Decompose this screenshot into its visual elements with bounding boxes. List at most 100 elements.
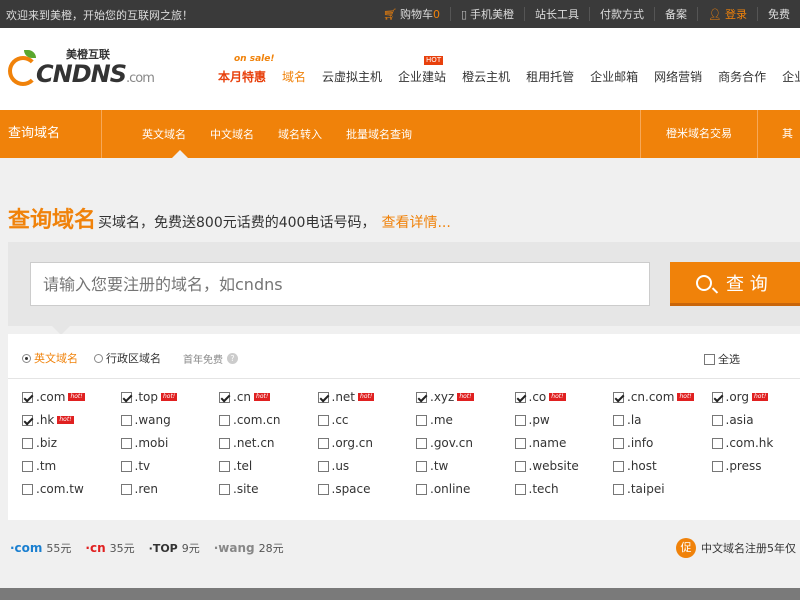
tools-link[interactable]: 站长工具 [524,7,589,21]
tld-option[interactable]: .site [219,482,259,496]
tld-checkbox[interactable] [711,437,723,449]
tld-checkbox[interactable] [613,391,624,403]
tld-option[interactable]: .cn hot! [219,390,271,404]
tld-checkbox[interactable] [22,483,33,495]
nav-item-hosting[interactable]: 租用托管 [518,68,582,85]
promo-banner[interactable]: 促 中文域名注册5年仅 [676,538,796,558]
cart-link[interactable]: 🛒︎ 购物车 0 [373,7,450,22]
tld-checkbox[interactable] [317,391,329,403]
first-year-free[interactable]: 首年免费 ? [183,351,238,366]
tld-option[interactable]: .net.cn [219,436,275,450]
nav-item-cloud-hosting[interactable]: 云虚拟主机 [314,68,390,85]
nav-item-business[interactable]: 商务合作 [710,68,774,85]
subnav-domain-transfer[interactable]: 域名转入 [278,126,322,142]
subnav-english-domain[interactable]: 英文域名 [142,126,186,142]
tld-checkbox[interactable] [219,414,230,426]
register-link[interactable]: 免费 [757,7,800,21]
nav-item-site-builder[interactable]: HOT 企业建站 [390,56,454,85]
tld-option[interactable]: .tv [120,459,150,473]
tld-option[interactable]: .org hot! [711,390,769,404]
tld-option[interactable]: .com.cn [219,413,280,427]
tld-checkbox[interactable] [317,483,329,495]
subnav-domain-trade[interactable]: 橙米域名交易 [640,110,758,158]
tld-option[interactable]: .asia [711,413,754,427]
tld-checkbox[interactable] [613,414,624,426]
tld-option[interactable]: .me [416,413,453,427]
tld-checkbox[interactable] [22,414,33,426]
tld-checkbox[interactable] [514,460,526,472]
select-all-checkbox[interactable] [704,353,715,365]
tld-checkbox[interactable] [416,391,427,403]
tld-checkbox[interactable] [120,437,132,449]
login-link[interactable]: 👤︎ 登录 [697,7,757,21]
view-details-link[interactable]: 查看详情... [381,212,450,232]
tld-option[interactable]: .mobi [120,436,168,450]
tld-checkbox[interactable] [120,460,132,472]
tld-checkbox[interactable] [613,460,624,472]
tld-option[interactable]: .org.cn [317,436,373,450]
subnav-chinese-domain[interactable]: 中文域名 [210,126,254,142]
select-all[interactable]: 全选 [704,351,740,367]
tld-checkbox[interactable] [613,483,624,495]
tld-option[interactable]: .hk hot! [22,413,74,427]
tld-checkbox[interactable] [711,391,723,403]
tld-checkbox[interactable] [22,460,33,472]
nav-item-domain[interactable]: 域名 [274,68,314,85]
tld-checkbox[interactable] [219,391,230,403]
search-button[interactable]: 查 询 [670,262,800,306]
tld-option[interactable]: .cn.com hot! [613,390,694,404]
tld-checkbox[interactable] [219,460,230,472]
tld-option[interactable]: .pw [514,413,550,427]
tld-option[interactable]: .us [317,459,349,473]
nav-item-monthly-deals[interactable]: on sale! 本月特惠 [210,54,274,85]
tld-checkbox[interactable] [711,414,723,426]
nav-item-cloud-server[interactable]: 橙云主机 [454,68,518,85]
tld-checkbox[interactable] [711,460,723,472]
tld-checkbox[interactable] [416,483,427,495]
tld-option[interactable]: .xyz hot! [416,390,474,404]
price-wang[interactable]: ·wang 28元 [214,540,284,556]
tld-option[interactable]: .com.tw [22,482,84,496]
tld-checkbox[interactable] [22,437,33,449]
tld-option[interactable]: .tech [514,482,559,496]
nav-item-enterprise[interactable]: 企业 [774,68,800,85]
tld-checkbox[interactable] [416,460,427,472]
tld-option[interactable]: .co hot! [514,390,566,404]
tld-option[interactable]: .top hot! [120,390,178,404]
tld-option[interactable]: .cc [317,413,349,427]
tld-option[interactable]: .wang [120,413,171,427]
tab-region-domain[interactable]: 行政区域名 [94,350,161,366]
tld-checkbox[interactable] [120,391,132,403]
tld-option[interactable]: .host [613,459,657,473]
tld-option[interactable]: .la [613,413,642,427]
price-cn[interactable]: ·cn 35元 [85,540,134,556]
subnav-other[interactable]: 其 [782,110,793,158]
tld-option[interactable]: .tm [22,459,56,473]
tab-english-domain[interactable]: 英文域名 [22,350,78,366]
tld-checkbox[interactable] [219,483,230,495]
tld-option[interactable]: .tel [219,459,252,473]
tld-checkbox[interactable] [219,437,230,449]
nav-item-email[interactable]: 企业邮箱 [582,68,646,85]
tld-checkbox[interactable] [514,414,526,426]
payment-link[interactable]: 付款方式 [589,7,654,21]
tld-option[interactable]: .website [514,459,579,473]
tld-option[interactable]: .online [416,482,470,496]
price-com[interactable]: ·com 55元 [10,540,71,556]
radio-region[interactable] [94,353,103,363]
tld-option[interactable]: .com hot! [22,390,85,404]
record-link[interactable]: 备案 [654,7,697,21]
tld-checkbox[interactable] [120,483,132,495]
tld-option[interactable]: .com.hk [711,436,773,450]
tld-option[interactable]: .name [514,436,566,450]
tld-option[interactable]: .biz [22,436,57,450]
tld-option[interactable]: .ren [120,482,158,496]
tld-checkbox[interactable] [317,414,329,426]
tld-option[interactable]: .tw [416,459,448,473]
tld-checkbox[interactable] [120,414,132,426]
mobile-link[interactable]: ▯ 手机美橙 [449,7,524,21]
tld-checkbox[interactable] [514,437,526,449]
tld-checkbox[interactable] [317,460,329,472]
tld-checkbox[interactable] [416,437,427,449]
tld-option[interactable]: .space [317,482,371,496]
